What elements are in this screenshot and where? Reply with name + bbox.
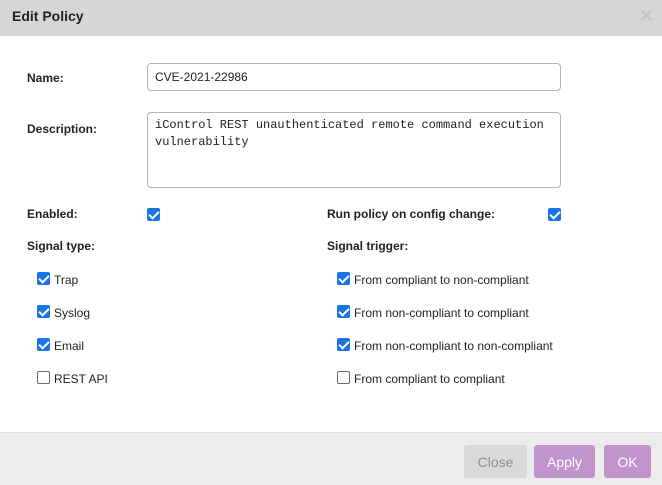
rest-api-checkbox[interactable] bbox=[37, 371, 50, 384]
name-field[interactable] bbox=[147, 63, 561, 91]
trigger-noncompliant-to-noncompliant-checkbox[interactable] bbox=[337, 338, 350, 351]
trigger-compliant-to-compliant-label: From compliant to compliant bbox=[354, 372, 505, 386]
description-field[interactable]: iControl REST unauthenticated remote com… bbox=[147, 112, 561, 188]
trigger-noncompliant-to-noncompliant-label: From non-compliant to non-compliant bbox=[354, 339, 553, 353]
apply-button[interactable]: Apply bbox=[534, 445, 595, 478]
dialog-titlebar: Edit Policy ✕ bbox=[0, 0, 662, 36]
trap-label: Trap bbox=[54, 273, 79, 287]
syslog-label: Syslog bbox=[54, 306, 91, 320]
signal-type-label: Signal type: bbox=[27, 239, 96, 253]
dialog-title: Edit Policy bbox=[12, 8, 84, 24]
enabled-checkbox[interactable] bbox=[147, 208, 160, 221]
trigger-compliant-to-compliant-checkbox[interactable] bbox=[337, 371, 350, 384]
email-checkbox[interactable] bbox=[37, 338, 50, 351]
description-label: Description: bbox=[27, 122, 98, 136]
trigger-noncompliant-to-compliant-checkbox[interactable] bbox=[337, 305, 350, 318]
run-on-change-checkbox[interactable] bbox=[548, 208, 561, 221]
syslog-checkbox[interactable] bbox=[37, 305, 50, 318]
signal-trigger-label: Signal trigger: bbox=[327, 239, 409, 253]
name-label: Name: bbox=[27, 71, 64, 85]
trigger-compliant-to-noncompliant-label: From compliant to non-compliant bbox=[354, 273, 529, 287]
trigger-noncompliant-to-compliant-label: From non-compliant to compliant bbox=[354, 306, 529, 320]
ok-button[interactable]: OK bbox=[604, 445, 651, 478]
trigger-compliant-to-noncompliant-checkbox[interactable] bbox=[337, 272, 350, 285]
run-on-change-label: Run policy on config change: bbox=[327, 207, 495, 221]
enabled-label: Enabled: bbox=[27, 207, 78, 221]
trap-checkbox[interactable] bbox=[37, 272, 50, 285]
close-button[interactable]: Close bbox=[464, 445, 527, 478]
close-icon[interactable]: ✕ bbox=[639, 6, 654, 26]
rest-api-label: REST API bbox=[54, 372, 108, 386]
email-label: Email bbox=[54, 339, 85, 353]
